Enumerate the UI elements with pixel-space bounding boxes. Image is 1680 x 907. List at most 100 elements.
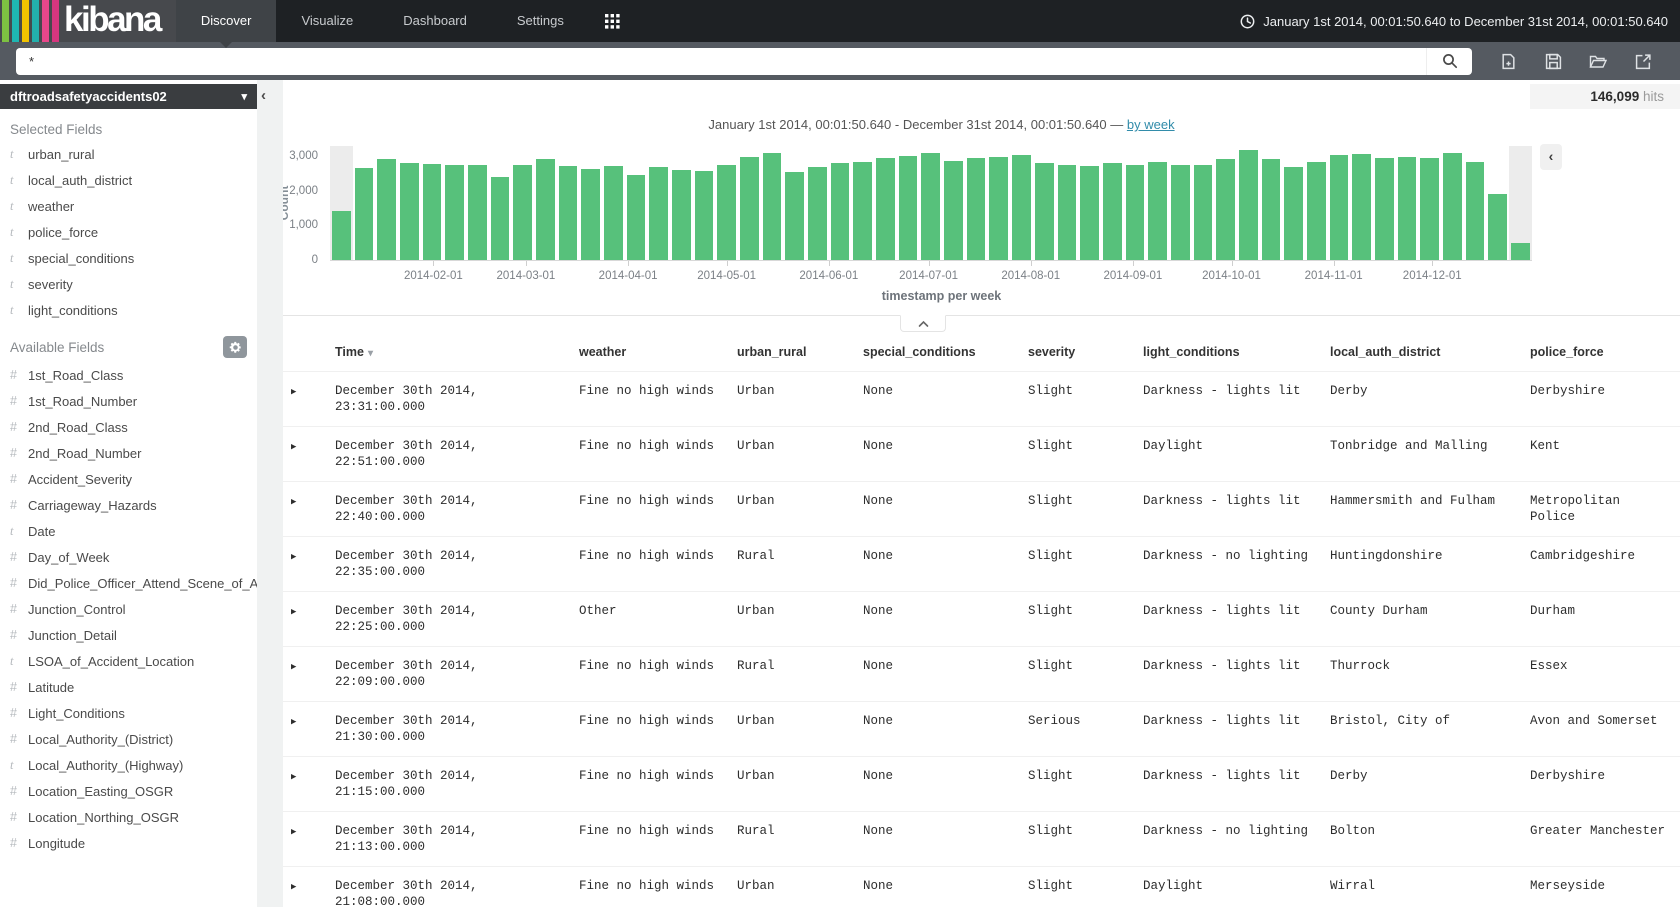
histogram-bar[interactable] xyxy=(423,164,442,260)
expand-row-icon[interactable]: ▶ xyxy=(291,387,296,397)
field-item-carriageway_hazards[interactable]: #Carriageway_Hazards xyxy=(0,492,257,518)
histogram-bar[interactable] xyxy=(1171,165,1190,260)
field-item-local_authority_(district)[interactable]: #Local_Authority_(District) xyxy=(0,726,257,752)
field-item-special_conditions[interactable]: tspecial_conditions xyxy=(0,245,257,271)
histogram-bar[interactable] xyxy=(717,165,736,260)
field-item-location_easting_osgr[interactable]: #Location_Easting_OSGR xyxy=(0,778,257,804)
field-item-date[interactable]: tDate xyxy=(0,518,257,544)
index-pattern-selector[interactable]: dftroadsafetyaccidents02 ▾ xyxy=(0,84,257,109)
field-item-light_conditions[interactable]: #Light_Conditions xyxy=(0,700,257,726)
column-header-urban_rural[interactable]: urban_rural xyxy=(729,337,855,372)
histogram-bar[interactable] xyxy=(513,165,532,260)
share-button[interactable] xyxy=(1635,53,1652,70)
search-input[interactable] xyxy=(16,54,1426,69)
histogram-bar[interactable] xyxy=(763,153,782,260)
collapse-chart-button[interactable] xyxy=(900,315,946,332)
field-item-day_of_week[interactable]: #Day_of_Week xyxy=(0,544,257,570)
column-header-weather[interactable]: weather xyxy=(571,337,729,372)
histogram-bar[interactable] xyxy=(1080,166,1099,260)
column-header-time[interactable]: Time▾ xyxy=(327,337,571,372)
field-item-severity[interactable]: tseverity xyxy=(0,271,257,297)
column-header-police_force[interactable]: police_force xyxy=(1522,337,1680,372)
histogram-bar[interactable] xyxy=(831,163,850,260)
nav-tab-settings[interactable]: Settings xyxy=(492,0,589,42)
histogram-bar[interactable] xyxy=(1035,163,1054,260)
histogram-bar[interactable] xyxy=(1352,154,1371,260)
field-item-police_force[interactable]: tpolice_force xyxy=(0,219,257,245)
time-picker[interactable]: January 1st 2014, 00:01:50.640 to Decemb… xyxy=(1240,0,1680,42)
histogram-bar[interactable] xyxy=(740,157,759,260)
field-item-local_auth_district[interactable]: tlocal_auth_district xyxy=(0,167,257,193)
field-item-light_conditions[interactable]: tlight_conditions xyxy=(0,297,257,323)
nav-tab-discover[interactable]: Discover xyxy=(176,0,277,42)
field-item-local_authority_(highway)[interactable]: tLocal_Authority_(Highway) xyxy=(0,752,257,778)
histogram-bar[interactable] xyxy=(695,171,714,260)
histogram-bar[interactable] xyxy=(876,158,895,260)
histogram-bar[interactable] xyxy=(400,163,419,260)
histogram-bar[interactable] xyxy=(1466,162,1485,260)
column-header-special_conditions[interactable]: special_conditions xyxy=(855,337,1020,372)
histogram-bar[interactable] xyxy=(1194,165,1213,260)
histogram-bar[interactable] xyxy=(1103,163,1122,260)
field-item-2nd_road_number[interactable]: #2nd_Road_Number xyxy=(0,440,257,466)
expand-row-icon[interactable]: ▶ xyxy=(291,882,296,892)
histogram-bar[interactable] xyxy=(1216,159,1235,260)
histogram-bar[interactable] xyxy=(944,161,963,260)
histogram-bar[interactable] xyxy=(355,168,374,260)
histogram-bar[interactable] xyxy=(1058,165,1077,260)
open-search-button[interactable] xyxy=(1589,53,1607,70)
histogram-bar[interactable] xyxy=(649,167,668,260)
column-header-local_auth_district[interactable]: local_auth_district xyxy=(1322,337,1522,372)
field-item-junction_control[interactable]: #Junction_Control xyxy=(0,596,257,622)
new-search-button[interactable] xyxy=(1500,53,1517,70)
histogram-bar[interactable] xyxy=(1239,150,1258,260)
field-item-accident_severity[interactable]: #Accident_Severity xyxy=(0,466,257,492)
save-search-button[interactable] xyxy=(1545,53,1562,70)
histogram-bar[interactable] xyxy=(672,170,691,260)
field-item-1st_road_class[interactable]: #1st_Road_Class xyxy=(0,362,257,388)
histogram-bar[interactable] xyxy=(853,162,872,260)
expand-row-icon[interactable]: ▶ xyxy=(291,552,296,562)
nav-tab-visualize[interactable]: Visualize xyxy=(276,0,378,42)
expand-row-icon[interactable]: ▶ xyxy=(291,772,296,782)
histogram-bar[interactable] xyxy=(1148,162,1167,260)
histogram-bar[interactable] xyxy=(491,177,510,260)
expand-row-icon[interactable]: ▶ xyxy=(291,662,296,672)
histogram-bar[interactable] xyxy=(899,156,918,260)
field-item-1st_road_number[interactable]: #1st_Road_Number xyxy=(0,388,257,414)
histogram-bar[interactable] xyxy=(785,172,804,260)
histogram-bar[interactable] xyxy=(604,166,623,260)
field-item-location_northing_osgr[interactable]: #Location_Northing_OSGR xyxy=(0,804,257,830)
search-button[interactable] xyxy=(1426,48,1472,75)
histogram-bar[interactable] xyxy=(377,159,396,260)
histogram-bar[interactable] xyxy=(1262,159,1281,260)
expand-row-icon[interactable]: ▶ xyxy=(291,497,296,507)
field-item-urban_rural[interactable]: turban_rural xyxy=(0,141,257,167)
column-header-severity[interactable]: severity xyxy=(1020,337,1135,372)
histogram-bar[interactable] xyxy=(1307,162,1326,260)
field-item-lsoa_of_accident_location[interactable]: tLSOA_of_Accident_Location xyxy=(0,648,257,674)
expand-row-icon[interactable]: ▶ xyxy=(291,717,296,727)
open-spy-panel-button[interactable]: ‹ xyxy=(1540,144,1562,170)
field-item-junction_detail[interactable]: #Junction_Detail xyxy=(0,622,257,648)
field-item-longitude[interactable]: #Longitude xyxy=(0,830,257,856)
histogram-bar[interactable] xyxy=(921,153,940,260)
histogram-bar[interactable] xyxy=(627,175,646,260)
histogram-bar[interactable] xyxy=(1126,165,1145,260)
kibana-logo[interactable]: kibana xyxy=(0,0,176,42)
histogram-bar[interactable] xyxy=(1443,153,1462,260)
histogram-bar[interactable] xyxy=(1511,243,1530,260)
histogram-bar[interactable] xyxy=(536,159,555,260)
field-item-weather[interactable]: tweather xyxy=(0,193,257,219)
expand-row-icon[interactable]: ▶ xyxy=(291,607,296,617)
interval-link[interactable]: by week xyxy=(1127,117,1175,132)
histogram-bar[interactable] xyxy=(1284,167,1303,260)
field-item-2nd_road_class[interactable]: #2nd_Road_Class xyxy=(0,414,257,440)
histogram-bar[interactable] xyxy=(1398,157,1417,260)
histogram-bar[interactable] xyxy=(1375,158,1394,260)
histogram-bar[interactable] xyxy=(1012,155,1031,260)
histogram-bar[interactable] xyxy=(808,167,827,260)
nav-tab-dashboard[interactable]: Dashboard xyxy=(378,0,492,42)
column-header-light_conditions[interactable]: light_conditions xyxy=(1135,337,1322,372)
histogram-bar[interactable] xyxy=(1420,158,1439,260)
